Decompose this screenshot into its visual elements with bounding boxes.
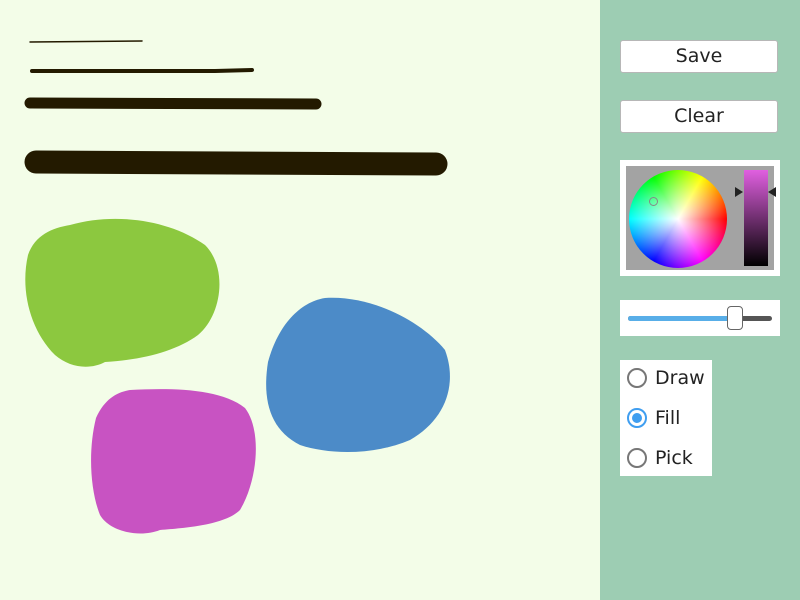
paint-app: Save Clear Draw Fill Pick — [0, 0, 800, 600]
clear-button[interactable]: Clear — [620, 100, 778, 133]
blue-blob — [266, 297, 450, 452]
slider-thumb[interactable] — [726, 306, 743, 330]
radio-fill-label: Fill — [655, 407, 681, 429]
color-picker — [620, 160, 780, 276]
save-button[interactable]: Save — [620, 40, 778, 73]
color-picker-panel — [626, 166, 776, 270]
lightness-bar[interactable] — [744, 170, 768, 266]
green-blob — [25, 218, 220, 367]
canvas-drawing — [24, 40, 450, 534]
magenta-blob — [91, 389, 256, 534]
tool-sidebar: Save Clear Draw Fill Pick — [600, 0, 800, 600]
brush-stroke-large — [24, 150, 448, 176]
lightness-arrow-left-icon[interactable] — [735, 187, 743, 197]
radio-pick[interactable]: Pick — [627, 444, 711, 472]
brush-size-slider — [620, 300, 780, 336]
lightness-arrow-right-icon[interactable] — [768, 187, 776, 197]
tool-mode-group: Draw Fill Pick — [620, 360, 712, 476]
radio-pick-button[interactable] — [627, 448, 647, 468]
slider-track[interactable] — [628, 316, 772, 321]
radio-fill[interactable]: Fill — [627, 404, 711, 432]
radio-pick-label: Pick — [655, 447, 693, 469]
radio-draw-button[interactable] — [627, 368, 647, 388]
radio-draw[interactable]: Draw — [627, 364, 711, 392]
brush-stroke-medium — [24, 97, 322, 110]
brush-stroke-small — [30, 68, 254, 73]
brush-stroke-thin — [29, 40, 143, 43]
radio-fill-button[interactable] — [627, 408, 647, 428]
color-wheel-marker[interactable] — [649, 197, 658, 206]
slider-fill — [628, 316, 735, 321]
drawing-canvas[interactable] — [0, 0, 600, 600]
radio-draw-label: Draw — [655, 367, 705, 389]
color-wheel[interactable] — [629, 170, 727, 268]
